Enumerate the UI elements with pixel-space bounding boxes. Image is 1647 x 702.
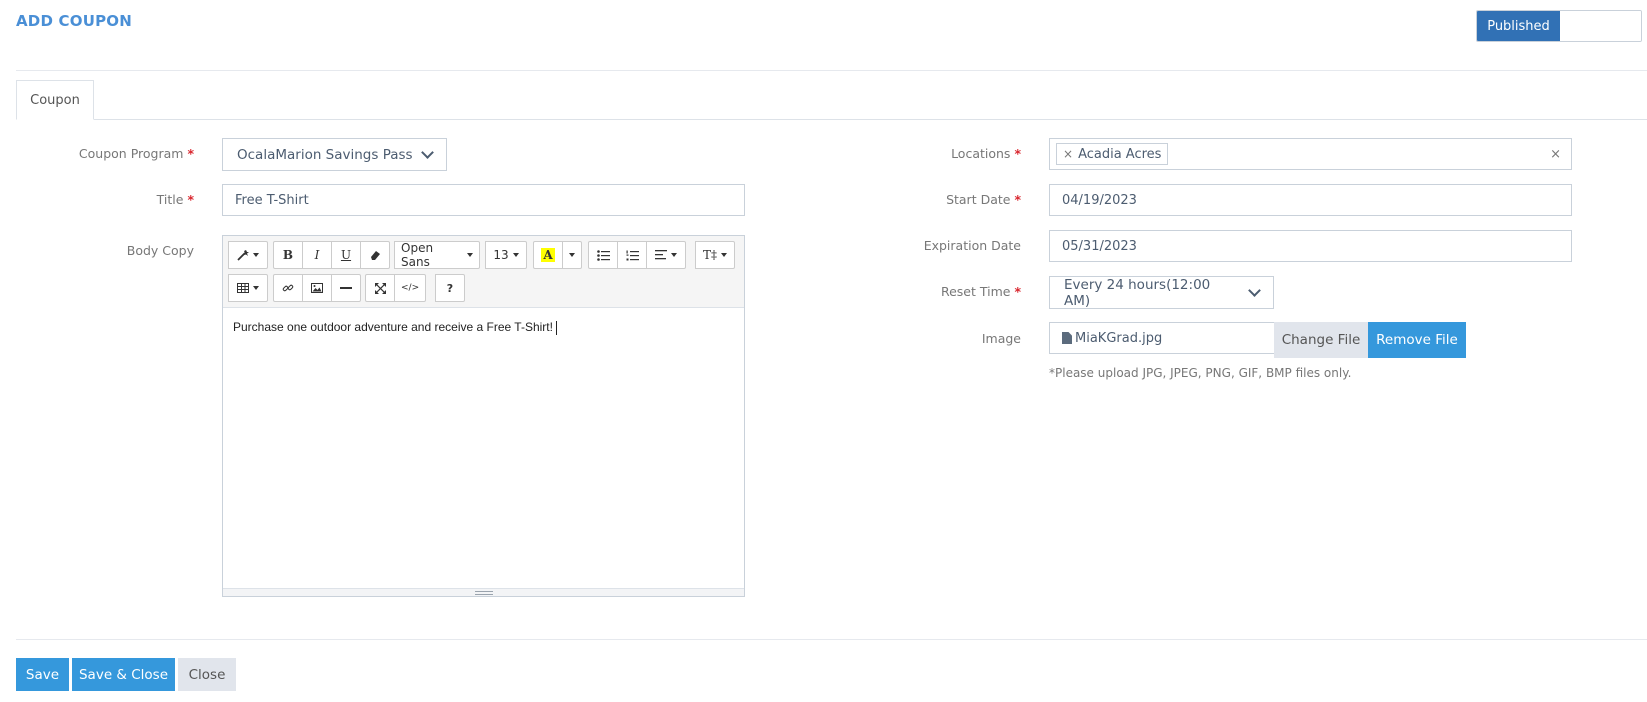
font-family-dropdown[interactable]: Open Sans [394,241,480,269]
underline-button[interactable]: U [331,241,361,269]
required-marker: * [1014,284,1021,299]
coupon-program-label: Coupon Program * [78,146,194,161]
clear-icon[interactable]: × [1550,147,1561,162]
required-marker: * [1014,192,1021,207]
style-button[interactable] [228,241,268,269]
published-off-option[interactable] [1560,11,1641,41]
locations-label: Locations * [951,146,1021,161]
link-icon [282,284,294,292]
fullscreen-button[interactable] [365,274,395,302]
font-size-dropdown[interactable]: 13 [485,241,527,269]
page-title: ADD COUPON [16,12,132,30]
close-button[interactable]: Close [178,658,236,691]
help-icon: ? [446,281,454,295]
published-toggle[interactable]: Published [1476,10,1642,42]
start-date-input[interactable]: 04/19/2023 [1049,184,1572,216]
header-divider [16,70,1647,71]
fullscreen-icon [374,282,386,294]
locations-multiselect[interactable]: × Acadia Acres × [1049,138,1572,170]
expiration-date-input[interactable]: 05/31/2023 [1049,230,1572,262]
body-copy-editor: B I U Open Sans 13 A T‡ </> ? Purchase o… [222,235,745,597]
tab-divider [16,119,1647,120]
file-icon [1062,332,1072,344]
line-height-dropdown[interactable]: T‡ [695,241,735,269]
italic-button[interactable]: I [302,241,332,269]
coupon-program-value: OcalaMarion Savings Pass [237,146,413,163]
required-marker: * [1014,146,1021,161]
published-on-option[interactable]: Published [1477,11,1560,41]
chevron-down-icon [1248,283,1261,297]
bold-button[interactable]: B [273,241,303,269]
save-button[interactable]: Save [16,658,69,691]
editor-resize-handle[interactable] [223,588,744,596]
highlight-icon: A [541,248,555,262]
chevron-down-icon [421,145,434,159]
table-icon [237,283,249,293]
save-and-close-button[interactable]: Save & Close [72,658,175,691]
numbered-list-button[interactable] [617,241,647,269]
text-cursor [555,320,557,335]
change-file-button[interactable]: Change File [1274,322,1368,358]
horizontal-rule-button[interactable] [331,274,361,302]
horizontal-rule-icon [340,287,352,289]
reset-time-value: Every 24 hours(12:00 AM) [1064,276,1211,309]
reset-time-select[interactable]: Every 24 hours(12:00 AM) [1049,276,1274,309]
add-coupon-page: ADD COUPON Published Coupon Coupon Progr… [0,0,1647,702]
image-button[interactable] [302,274,332,302]
file-type-hint: *Please upload JPG, JPEG, PNG, GIF, BMP … [1049,366,1352,380]
grip-icon [474,590,493,595]
bullet-list-icon [596,249,610,261]
numbered-list-icon [626,250,639,260]
magic-wand-icon [237,250,249,261]
picture-icon [311,283,323,293]
help-button[interactable]: ? [435,274,465,302]
required-marker: * [187,146,194,161]
coupon-program-select[interactable]: OcalaMarion Savings Pass [222,138,447,171]
highlight-color-dropdown[interactable] [562,241,582,269]
code-icon: </> [401,283,420,293]
title-label: Title * [156,192,194,207]
body-copy-label: Body Copy [126,243,194,258]
code-view-button[interactable]: </> [394,274,427,302]
highlight-color-button[interactable]: A [533,241,563,269]
start-date-label: Start Date * [946,192,1021,207]
required-marker: * [187,192,194,207]
tag-remove-icon[interactable]: × [1063,147,1073,161]
remove-file-button[interactable]: Remove File [1368,322,1466,358]
tab-coupon[interactable]: Coupon [16,80,94,120]
bullet-list-button[interactable] [588,241,618,269]
line-height-icon: T‡ [702,248,717,262]
image-file-name: MiaKGrad.jpg [1075,330,1163,346]
table-dropdown[interactable] [228,274,268,302]
image-label: Image [981,331,1021,346]
editor-content[interactable]: Purchase one outdoor adventure and recei… [223,308,744,347]
location-tag: × Acadia Acres [1056,143,1169,165]
link-button[interactable] [273,274,303,302]
align-dropdown[interactable] [646,241,686,269]
editor-toolbar: B I U Open Sans 13 A T‡ </> ? [223,236,744,308]
image-file-field: MiaKGrad.jpg [1049,322,1275,354]
footer-divider [16,639,1647,640]
align-left-icon [655,250,667,260]
expiration-date-label: Expiration Date [923,238,1021,253]
title-input[interactable]: Free T-Shirt [222,184,745,216]
eraser-button[interactable] [360,241,390,269]
reset-time-label: Reset Time * [940,284,1021,299]
eraser-icon [371,251,380,260]
